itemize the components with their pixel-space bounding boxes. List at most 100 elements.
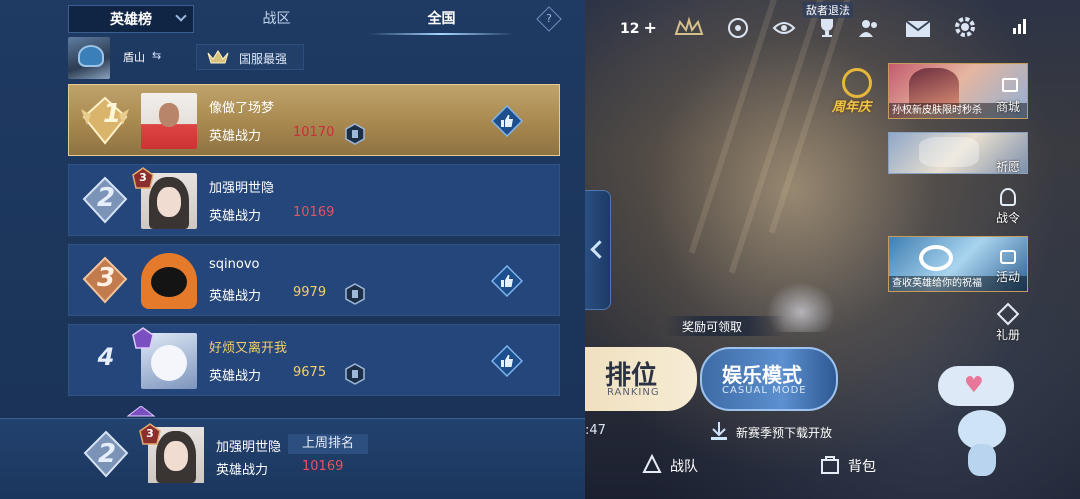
mall-hero-art [909, 68, 959, 108]
activity-label: 活动 [996, 270, 1021, 284]
chevron-down-icon [175, 10, 187, 22]
team-icon[interactable] [640, 452, 664, 476]
mall-shop-icon [1002, 78, 1018, 92]
avatar-mouth [151, 267, 187, 297]
wish-label: 祈愿 [996, 160, 1021, 174]
trophy-icon[interactable] [815, 16, 839, 40]
player-name: 好烦又离开我 [209, 341, 288, 356]
eye-icon[interactable] [772, 16, 796, 40]
dropdown-label: 英雄榜 [110, 12, 152, 28]
avatar-figure [151, 345, 187, 381]
wish-art [919, 137, 979, 167]
download-notice[interactable]: 新赛季预下载开放 [736, 424, 832, 441]
my-rank-number: 2 [97, 439, 117, 469]
player-name: 像做了场梦 [209, 101, 275, 116]
bag-label[interactable]: 背包 [848, 456, 876, 476]
my-name: 加强明世隐 [216, 440, 282, 455]
signal-icon [1013, 19, 1026, 34]
rank-row-1[interactable]: 1 像做了场梦 英雄战力 10170 [68, 84, 560, 156]
ranking-mode-sub: RANKING [607, 387, 660, 398]
like-thumb-icon[interactable] [491, 345, 523, 377]
my-power-label: 英雄战力 [216, 463, 269, 478]
power-score: 10169 [293, 205, 335, 220]
power-label: 英雄战力 [209, 209, 262, 224]
target-icon[interactable] [726, 16, 750, 40]
my-level-number: 3 [146, 427, 154, 440]
swap-hero-icon[interactable]: ⇆ [152, 49, 161, 62]
power-label: 英雄战力 [209, 369, 262, 384]
heart-icon: ♥ [964, 373, 984, 398]
power-score: 9979 [293, 285, 327, 300]
activity-art [919, 245, 953, 271]
battlepass-icon[interactable] [1000, 188, 1016, 206]
download-icon[interactable] [708, 420, 730, 442]
casual-mode-label: 娱乐模式 [722, 363, 802, 387]
anniversary-ring-icon [842, 68, 872, 98]
avatar-face [164, 441, 188, 471]
last-week-badge: 上周排名 [288, 434, 368, 454]
casual-mode-sub: CASUAL MODE [722, 385, 807, 396]
leaderboard-tabs: 英雄榜 战区 全国 [68, 5, 560, 35]
battlepass-label: 战令 [996, 211, 1021, 225]
gift-label: 礼册 [996, 328, 1021, 342]
power-score: 9675 [293, 365, 327, 380]
collapse-panel-button[interactable] [585, 190, 611, 310]
mail-icon[interactable] [905, 17, 931, 41]
details-hex-icon[interactable] [344, 123, 366, 145]
power-label: 英雄战力 [209, 129, 262, 144]
settings-gear-icon[interactable] [953, 15, 977, 39]
my-rank-bar[interactable]: 2 3 加强明世隐 上周排名 英雄战力 10169 [0, 418, 585, 499]
plus-icon: + [643, 18, 657, 37]
rank-row-3[interactable]: 3 sqinovo 英雄战力 9979 [68, 244, 560, 316]
rank-number: 2 [96, 183, 116, 213]
help-glyph: ? [546, 12, 552, 25]
player-name: 加强明世隐 [209, 181, 275, 196]
purple-rank-badge-icon [132, 327, 154, 349]
rank-row-4[interactable]: 4 好烦又离开我 英雄战力 9675 [68, 324, 560, 396]
reward-text: 奖励可领取 [682, 320, 743, 334]
rank-number: 3 [96, 263, 116, 293]
bag-icon[interactable] [818, 452, 842, 476]
level-number: 3 [139, 171, 147, 184]
my-power-score: 10169 [302, 459, 344, 474]
rank-number: 1 [102, 99, 122, 129]
like-thumb-icon[interactable] [491, 105, 523, 137]
anniversary-badge[interactable]: 周年庆 [832, 68, 882, 118]
tab-region[interactable]: 战区 [194, 5, 359, 33]
hero-name: 盾山 [123, 51, 145, 64]
title-chip[interactable]: 国服最强 [196, 44, 304, 70]
power-label: 英雄战力 [209, 289, 262, 304]
leaderboard-panel: 英雄榜 战区 全国 ? 盾山 ⇆ 国服最强 1 像做了场梦 英雄战力 10170 [0, 0, 585, 499]
avatar-face [157, 187, 181, 217]
hero-portrait[interactable] [68, 37, 110, 79]
mascot-body [968, 444, 996, 476]
current-hero-bar: 盾山 ⇆ 国服最强 [68, 37, 560, 79]
friends-icon[interactable] [857, 16, 881, 40]
player-avatar[interactable] [141, 93, 197, 149]
mascot-icon[interactable] [956, 410, 1008, 480]
ranking-mode-button[interactable]: 排位 RANKING [585, 347, 697, 411]
crown-icon[interactable] [674, 16, 704, 40]
time-fragment: :47 [585, 423, 606, 438]
rank-number: 4 [97, 343, 115, 371]
avatar-face [159, 103, 179, 127]
details-hex-icon[interactable] [344, 283, 366, 305]
anniversary-label: 周年庆 [832, 100, 872, 115]
power-score: 10170 [293, 125, 335, 140]
reward-banner[interactable]: 奖励可领取 [664, 316, 784, 336]
casual-mode-button[interactable]: 娱乐模式 CASUAL MODE [700, 347, 838, 411]
player-name: sqinovo [209, 257, 260, 272]
title-text: 国服最强 [239, 52, 288, 66]
top-counter[interactable]: 12 + [620, 18, 657, 37]
team-label[interactable]: 战队 [670, 456, 698, 476]
leaderboard-type-dropdown[interactable]: 英雄榜 [68, 5, 194, 33]
player-avatar[interactable] [141, 253, 197, 309]
like-thumb-icon[interactable] [491, 265, 523, 297]
details-hex-icon[interactable] [344, 363, 366, 385]
mall-label: 商城 [996, 100, 1021, 114]
title-emblem-icon [207, 50, 229, 64]
rank-row-2[interactable]: 2 3 加强明世隐 英雄战力 10169 [68, 164, 560, 236]
heart-button[interactable]: ♥ [938, 366, 1014, 406]
activity-icon [1000, 250, 1016, 264]
tab-national[interactable]: 全国 [359, 5, 524, 35]
